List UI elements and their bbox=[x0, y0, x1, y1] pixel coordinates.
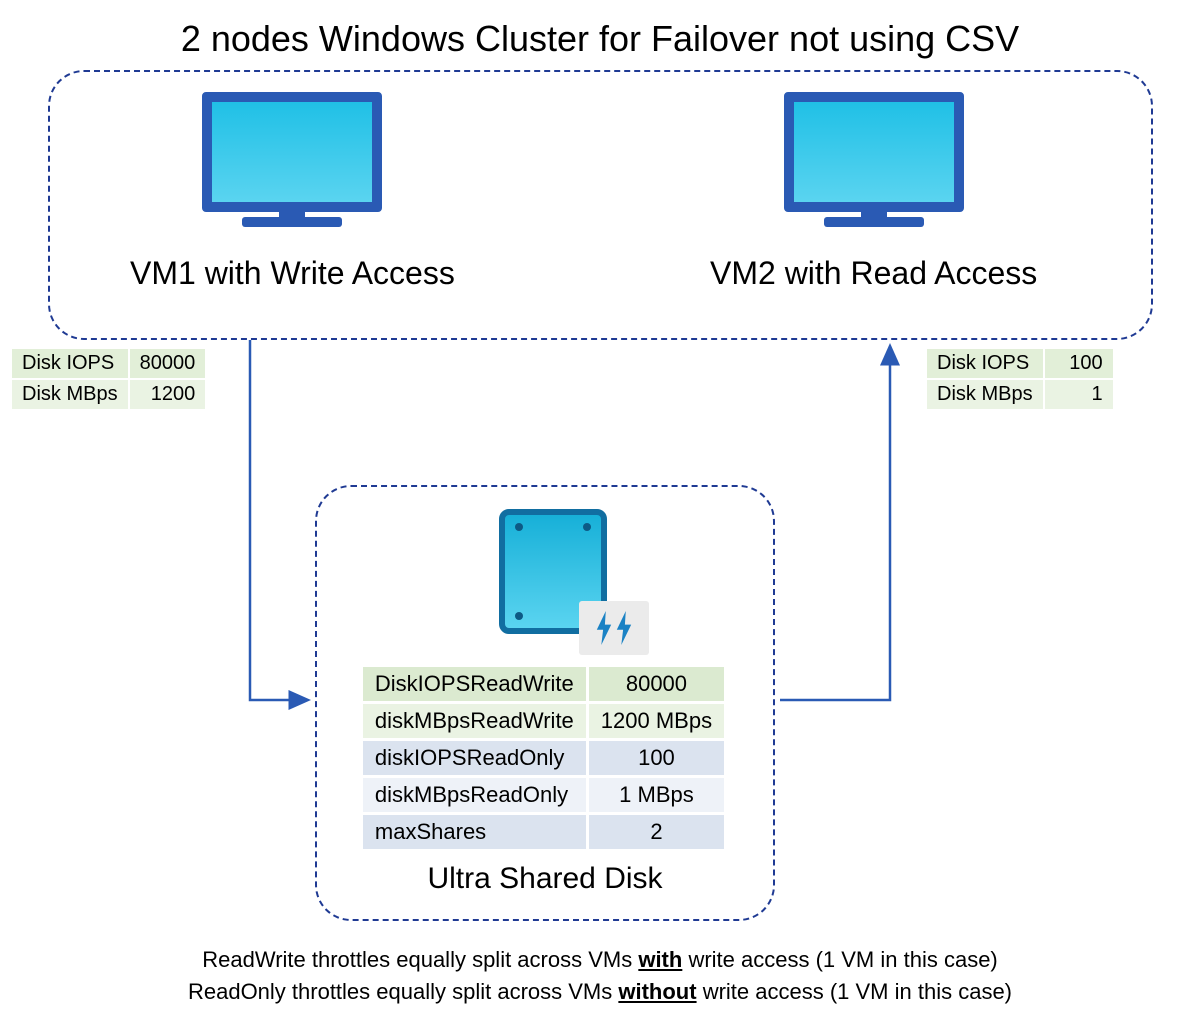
disk-row-key: diskIOPSReadOnly bbox=[363, 741, 589, 778]
diagram-title: 2 nodes Windows Cluster for Failover not… bbox=[0, 18, 1200, 60]
disk-row-key: diskMBpsReadOnly bbox=[363, 778, 589, 815]
vm1-label: VM1 with Write Access bbox=[130, 255, 455, 292]
disk-row-val: 80000 bbox=[589, 667, 727, 704]
disk-properties-table: DiskIOPSReadWrite 80000 diskMBpsReadWrit… bbox=[363, 667, 727, 852]
monitor-icon bbox=[202, 92, 382, 227]
footer-line-1: ReadWrite throttles equally split across… bbox=[0, 944, 1200, 976]
vm2-mbps-value: 1 bbox=[1045, 380, 1115, 411]
vm2-metrics-table: Disk IOPS 100 Disk MBps 1 bbox=[927, 349, 1115, 411]
vm1-iops-value: 80000 bbox=[130, 349, 208, 380]
lightning-badge-icon bbox=[579, 601, 649, 655]
vm2-mbps-label: Disk MBps bbox=[927, 380, 1045, 411]
footer-line-2: ReadOnly throttles equally split across … bbox=[0, 976, 1200, 1008]
ultra-disk-icon bbox=[499, 509, 619, 649]
vm2-label: VM2 with Read Access bbox=[710, 255, 1037, 292]
disk-label: Ultra Shared Disk bbox=[427, 862, 662, 896]
vm1-iops-label: Disk IOPS bbox=[12, 349, 130, 380]
disk-row-val: 100 bbox=[589, 741, 727, 778]
disk-row-key: maxShares bbox=[363, 815, 589, 852]
ultra-disk-container: DiskIOPSReadWrite 80000 diskMBpsReadWrit… bbox=[315, 485, 775, 921]
disk-row-val: 1 MBps bbox=[589, 778, 727, 815]
disk-row-val: 1200 MBps bbox=[589, 704, 727, 741]
disk-row-key: diskMBpsReadWrite bbox=[363, 704, 589, 741]
disk-row-val: 2 bbox=[589, 815, 727, 852]
disk-row-key: DiskIOPSReadWrite bbox=[363, 667, 589, 704]
vm1-mbps-value: 1200 bbox=[130, 380, 208, 411]
vm2-group: VM2 with Read Access bbox=[710, 92, 1037, 292]
vm1-mbps-label: Disk MBps bbox=[12, 380, 130, 411]
vm2-iops-value: 100 bbox=[1045, 349, 1115, 380]
monitor-icon bbox=[784, 92, 964, 227]
vm1-metrics-table: Disk IOPS 80000 Disk MBps 1200 bbox=[12, 349, 207, 411]
vm1-group: VM1 with Write Access bbox=[130, 92, 455, 292]
vm2-iops-label: Disk IOPS bbox=[927, 349, 1045, 380]
footer-notes: ReadWrite throttles equally split across… bbox=[0, 944, 1200, 1008]
